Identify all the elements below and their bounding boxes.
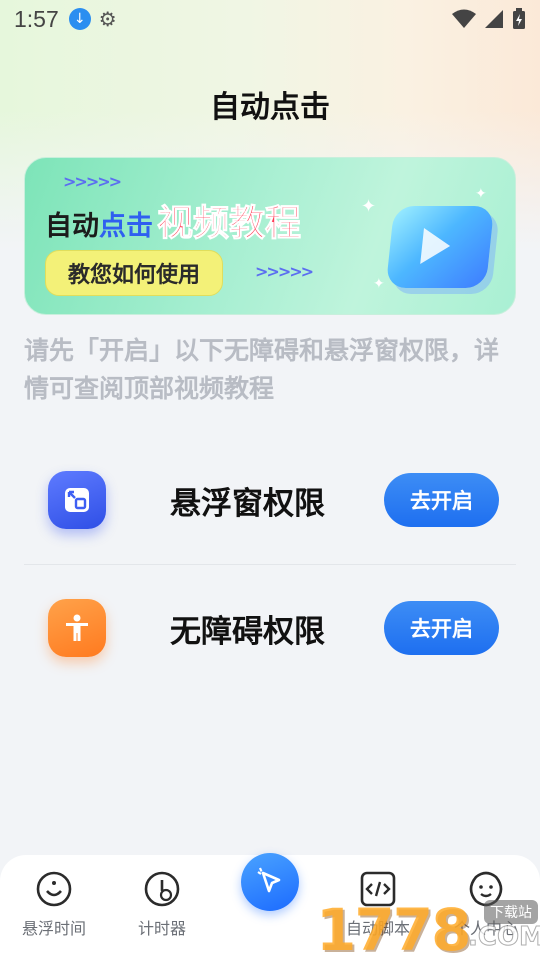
floating-window-icon [48,471,106,529]
video-play-icon [385,206,495,288]
enable-floating-window-button[interactable]: 去开启 [384,473,499,527]
tab-profile[interactable]: 个人中心 [432,869,540,939]
page-title: 自动点击 [210,90,330,125]
download-icon: ↓ [68,8,91,30]
banner-headline: 自动点击 视频教程 [45,194,302,246]
floating-window-permission-row: 悬浮窗权限 去开启 [24,440,516,560]
cursor-click-icon [257,867,281,893]
accessibility-label: 无障碍权限 [170,613,325,650]
banner-arrows-bottom: >>>>> [255,262,314,281]
tab-auto-script[interactable]: 自动脚本 [324,869,432,939]
clock-icon [36,871,72,907]
permission-hint: 请先「开启」以下无障碍和悬浮窗权限，详情可查阅顶部视频教程 [24,336,500,403]
divider [24,564,516,565]
banner-headline-part1: 自动 [45,211,99,242]
tab-auto-click[interactable] [241,853,299,911]
banner-pill: 教您如何使用 [45,250,223,296]
tab-timer[interactable]: 计时器 [108,869,216,939]
banner-headline-part3: 视频教程 [156,203,302,245]
status-bar: 1:57 ↓ ⚙ [0,0,540,38]
tab-label: 计时器 [137,919,186,938]
code-icon [360,871,396,907]
enable-accessibility-button[interactable]: 去开启 [384,601,499,655]
tab-floating-time[interactable]: 悬浮时间 [0,869,108,939]
signal-icon [485,10,503,28]
sparkle-icon: ✦ [475,186,487,202]
tab-label: 悬浮时间 [21,919,86,938]
status-time: 1:57 [14,5,59,32]
bottom-tab-bar: 悬浮时间 计时器 自动脚本 个人中心 [0,853,540,960]
status-indicators [452,8,526,30]
tab-label: 个人中心 [453,919,518,938]
accessibility-permission-row: 无障碍权限 去开启 [24,568,516,688]
sparkle-icon: ✦ [361,196,377,217]
gear-icon: ⚙ [98,7,117,31]
timer-icon [144,871,180,907]
accessibility-icon [48,599,106,657]
sparkle-icon: ✦ [373,276,385,292]
banner-arrows-top: >>>>> [63,172,122,191]
banner-headline-part2: 点击 [99,211,153,242]
video-tutorial-banner[interactable]: >>>>> 自动点击 视频教程 教您如何使用 >>>>> ✦ ✦ ✦ [24,157,516,315]
battery-icon [513,8,525,29]
floating-window-label: 悬浮窗权限 [170,485,325,522]
wifi-icon [452,9,476,28]
tab-label: 自动脚本 [345,919,410,938]
profile-icon [469,871,503,907]
